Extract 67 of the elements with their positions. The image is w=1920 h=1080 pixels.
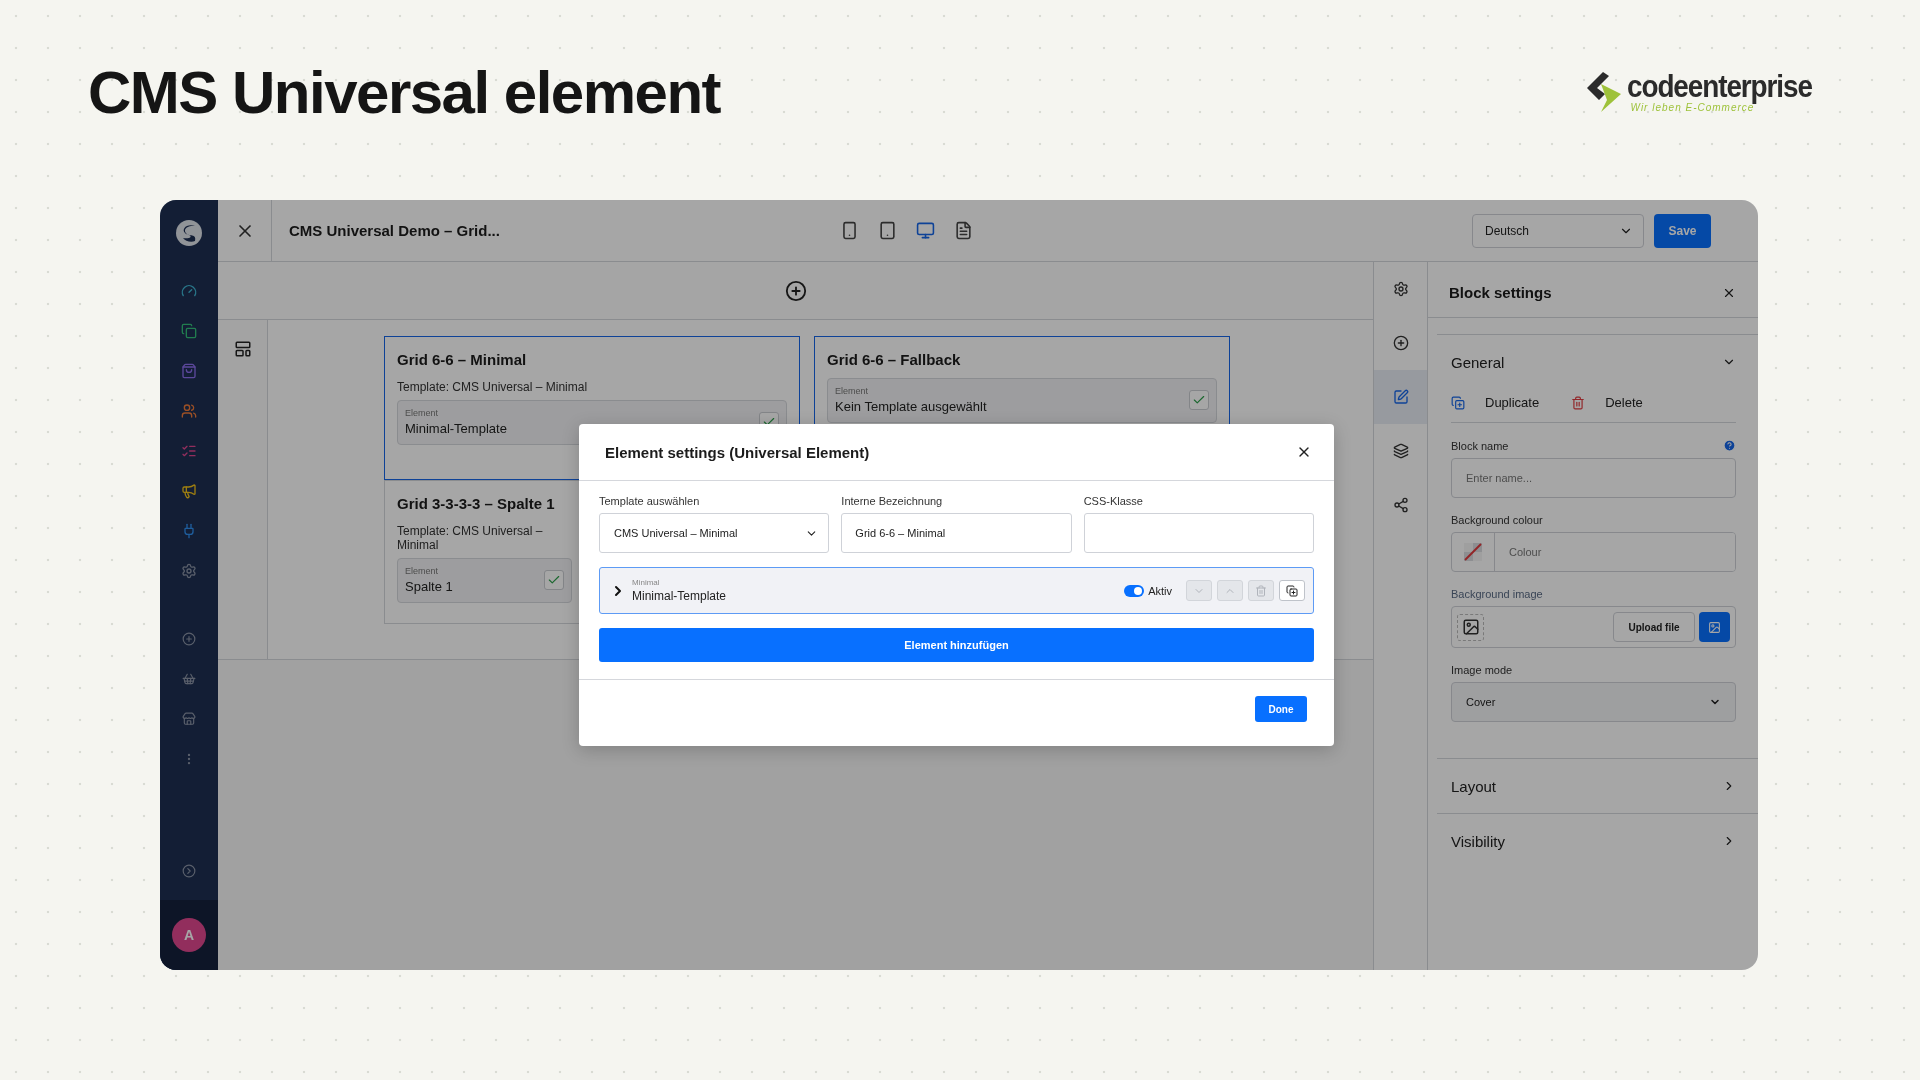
element-value: Spalte 1 (405, 579, 453, 594)
copy-plus-icon (1451, 395, 1465, 410)
field-label: Template auswählen (599, 495, 701, 507)
field-label: Interne Bezeichnung (841, 495, 944, 507)
image-icon (1708, 620, 1721, 634)
element-label: Element (405, 408, 440, 418)
toggle-label: Aktiv (1148, 584, 1172, 597)
field-label: Background colour (1451, 514, 1543, 526)
element-label: Element (405, 566, 440, 576)
template-select[interactable]: CMS Universal – Minimal (599, 513, 830, 553)
text-field[interactable] (1083, 513, 1314, 553)
no-colour-icon (1464, 543, 1482, 561)
trash-icon (1571, 395, 1586, 410)
card-template: Template: CMS Universal – Minimal (397, 524, 544, 552)
editor-title: CMS Universal Demo – Grid... (288, 222, 501, 239)
help-icon[interactable] (1723, 439, 1736, 452)
active-toggle[interactable] (1124, 584, 1145, 597)
field-label: CSS-Klasse (1083, 495, 1144, 507)
card-title: Grid 6-6 – Fallback (827, 351, 962, 368)
duplicate-button[interactable] (1279, 580, 1305, 601)
smartphone-icon[interactable] (840, 221, 859, 240)
brand-name: codeenterprise (1626, 71, 1812, 102)
field-label: Image mode (1451, 664, 1513, 676)
delete-button[interactable]: Delete (1571, 395, 1643, 410)
add-block-icon[interactable] (784, 279, 807, 302)
card-template: Template: CMS Universal – Minimal (397, 380, 589, 394)
brand-logo-icon (1586, 72, 1621, 112)
card-title: Grid 6-6 – Minimal (397, 351, 528, 368)
duplicate-button[interactable]: Duplicate (1451, 395, 1540, 410)
section-header[interactable]: Layout (1451, 759, 1736, 813)
field-label: Background image (1451, 588, 1543, 600)
image-icon (1457, 613, 1484, 641)
element-item[interactable]: Minimal Minimal-Template Aktiv (599, 567, 1314, 614)
page-title: CMS Universal element (88, 57, 721, 127)
layout-icon[interactable] (233, 340, 252, 358)
section-header[interactable]: Visibility (1451, 814, 1736, 868)
card-title: Grid 3-3-3-3 – Spalte 1 (397, 495, 556, 512)
element-field[interactable]: Element Kein Template ausgewählt (827, 378, 1217, 423)
edit-icon[interactable] (1374, 370, 1427, 424)
element-label: Element (835, 386, 870, 396)
media-button[interactable] (1699, 612, 1730, 642)
duplicate-icon (1286, 584, 1298, 597)
element-field[interactable]: Element Spalte 1 (397, 558, 572, 603)
checkbox[interactable] (1189, 390, 1209, 410)
section-header[interactable]: General (1451, 335, 1736, 389)
delete-icon (1255, 584, 1267, 597)
upload-button[interactable]: Upload file (1613, 612, 1695, 642)
tablet-icon[interactable] (878, 221, 897, 240)
field-label: Block name (1451, 439, 1509, 452)
item-name: Minimal-Template (632, 589, 727, 603)
document-icon[interactable] (954, 221, 973, 240)
language-select[interactable]: Deutsch (1472, 213, 1644, 248)
image-mode-select[interactable]: Cover (1451, 682, 1736, 722)
app-logo-icon[interactable] (175, 219, 203, 247)
element-value: Minimal-Template (405, 421, 507, 436)
text-field[interactable]: Grid 6-6 – Minimal (841, 513, 1072, 553)
monitor-icon[interactable] (916, 221, 935, 240)
panel-title: Block settings (1449, 284, 1552, 301)
element-value: Kein Template ausgewählt (835, 399, 987, 414)
check-icon (547, 573, 561, 587)
check-icon (1192, 393, 1206, 407)
colour-field[interactable]: Colour (1451, 532, 1736, 572)
item-caption: Minimal (632, 578, 661, 587)
done-button[interactable]: Done (1255, 696, 1307, 722)
checkbox[interactable] (544, 570, 564, 590)
block-name-field[interactable]: Enter name... (1451, 458, 1736, 498)
add-element-button[interactable]: Element hinzufügen (599, 628, 1314, 662)
